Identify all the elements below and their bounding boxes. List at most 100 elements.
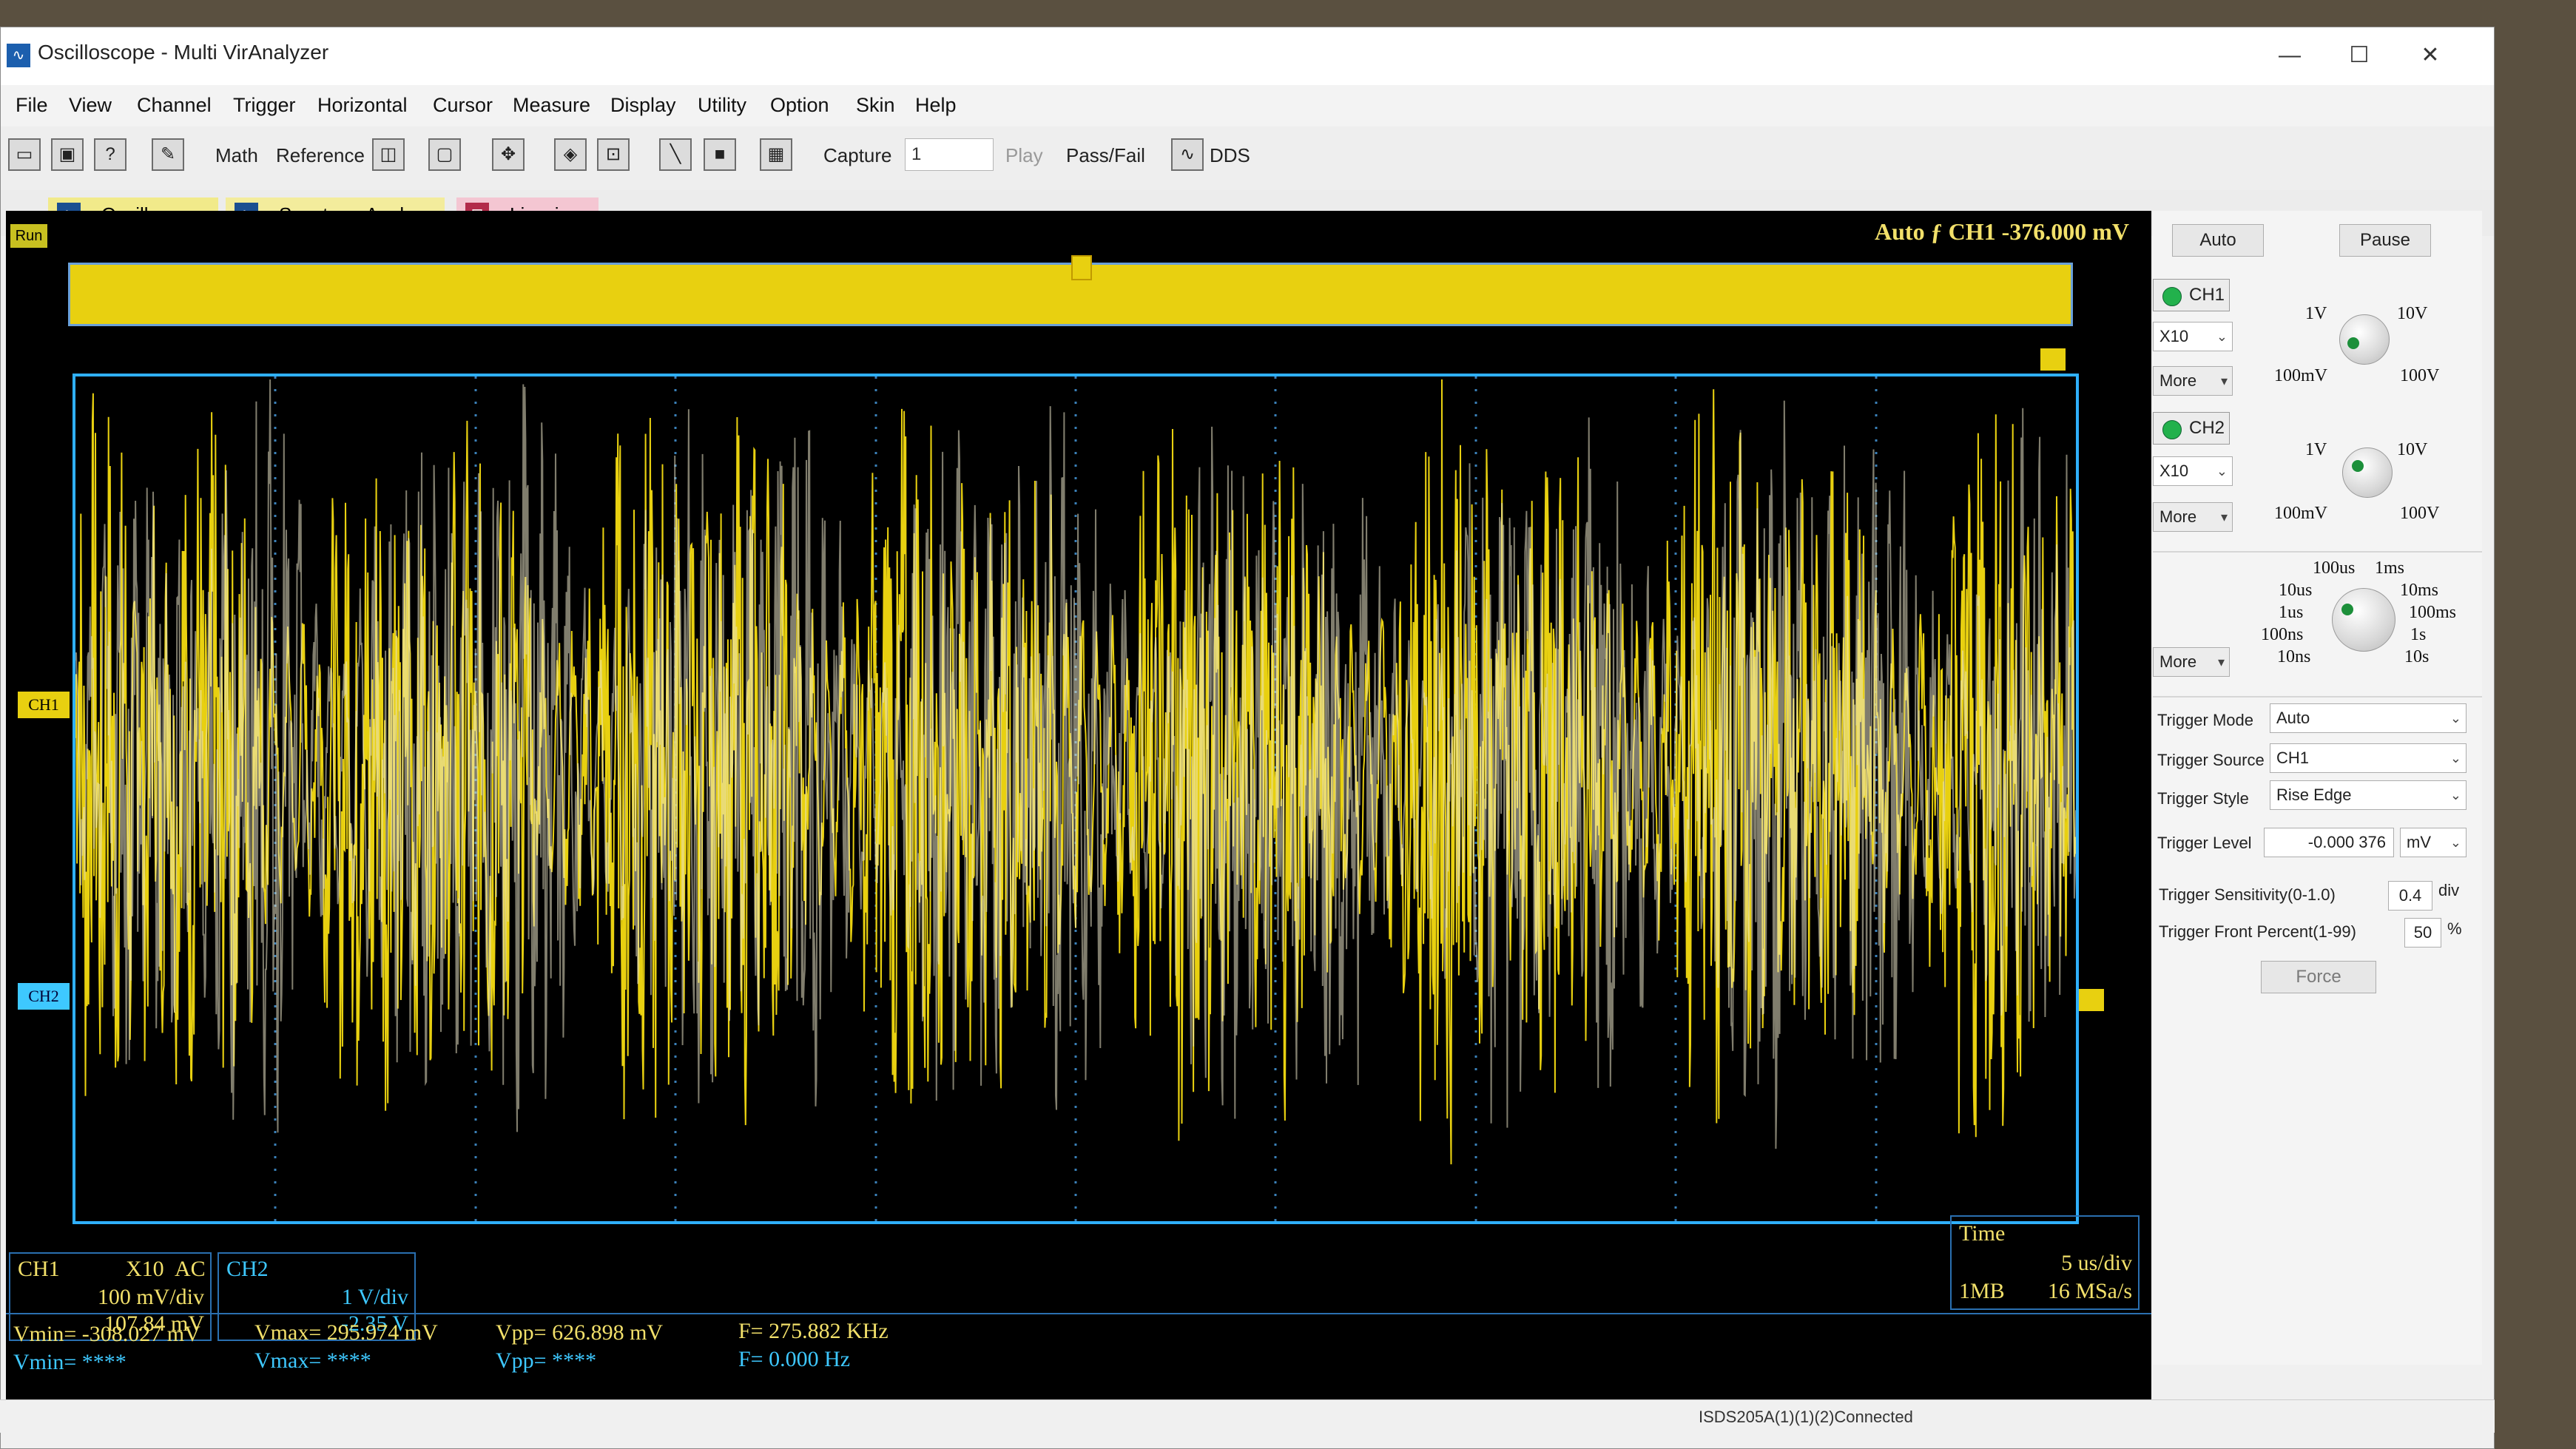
crosshair-icon[interactable]: ✥: [492, 138, 525, 171]
menu-measure[interactable]: Measure: [513, 94, 590, 117]
time-info-depth: 1MB: [1959, 1279, 2005, 1303]
math-button[interactable]: Math: [215, 144, 258, 167]
time-info-rate: 16 MSa/s: [2047, 1279, 2132, 1303]
open-icon[interactable]: ▭: [8, 138, 41, 171]
trigger-front-input[interactable]: 50: [2404, 918, 2441, 948]
run-badge[interactable]: Run: [10, 224, 47, 248]
ch1-led-icon: [2162, 287, 2182, 306]
trigger-source-select[interactable]: CH1 ⌄: [2270, 743, 2467, 773]
trigger-level-marker[interactable]: [2079, 989, 2104, 1011]
divider: [2153, 551, 2482, 553]
zoom-tool-icon[interactable]: ⊡: [597, 138, 630, 171]
ch1-level-marker[interactable]: CH1: [18, 692, 70, 718]
ch2-vmin: Vmin= ****: [13, 1350, 127, 1374]
menu-view[interactable]: View: [69, 94, 112, 117]
ch2-enable-label: CH2: [2189, 418, 2225, 438]
ch1-enable-label: CH1: [2189, 285, 2225, 305]
menu-cursor[interactable]: Cursor: [433, 94, 493, 117]
ch1-probe-select[interactable]: X10 ⌄: [2153, 322, 2233, 351]
color-palette-icon[interactable]: ▦: [760, 138, 792, 171]
menu-display[interactable]: Display: [610, 94, 676, 117]
ch2-probe-select[interactable]: X10 ⌄: [2153, 456, 2233, 486]
menu-utility[interactable]: Utility: [698, 94, 746, 117]
dds-button[interactable]: DDS: [1210, 144, 1250, 167]
close-button[interactable]: ✕: [2401, 35, 2460, 76]
save-icon[interactable]: ▣: [51, 138, 84, 171]
minimize-button[interactable]: —: [2260, 35, 2319, 76]
menu-bar: File View Channel Trigger Horizontal Cur…: [1, 85, 2494, 126]
trigger-sensitivity-input[interactable]: 0.4: [2388, 881, 2432, 911]
line-tool-icon[interactable]: ╲: [659, 138, 692, 171]
overview-trigger-marker[interactable]: [1071, 255, 1092, 280]
ch2-more-button[interactable]: More ▾: [2153, 502, 2233, 532]
trigger-source-label: Trigger Source: [2157, 751, 2265, 769]
menu-option[interactable]: Option: [770, 94, 829, 117]
timebase-label-1us: 1us: [2279, 603, 2304, 622]
auto-button[interactable]: Auto: [2172, 224, 2264, 257]
ch2-knob-label-100mv: 100mV: [2274, 504, 2327, 523]
timebase-label-10ns: 10ns: [2277, 647, 2311, 666]
reference-button[interactable]: Reference: [276, 144, 365, 167]
ch1-info-coupling: AC: [175, 1257, 206, 1281]
timebase-more-button[interactable]: More ▾: [2153, 647, 2230, 677]
menu-file[interactable]: File: [16, 94, 48, 117]
control-panel: Auto Pause CH1 X10 ⌄ More ▾ 1V 10V 100mV 1…: [2153, 211, 2482, 1365]
ch1-info-scale: 100 mV/div: [97, 1285, 204, 1309]
ch1-vmin: Vmin= -308.027 mV: [13, 1322, 200, 1346]
trigger-style-value: Rise Edge: [2276, 786, 2352, 804]
plot-area[interactable]: [73, 374, 2079, 1224]
trigger-level-input[interactable]: -0.000 376: [2264, 828, 2394, 857]
capture-label: Capture: [823, 144, 892, 166]
capture-count-select[interactable]: 1: [905, 138, 994, 171]
timebase-label-1ms: 1ms: [2375, 558, 2405, 578]
ch2-volts-knob[interactable]: [2342, 447, 2393, 498]
scope-header: Run Auto ƒ CH1 -376.000 mV: [6, 211, 2151, 257]
ch2-level-marker[interactable]: CH2: [18, 983, 70, 1010]
stop-icon[interactable]: ■: [704, 138, 736, 171]
ch1-vmax: Vmax= 295.974 mV: [254, 1320, 438, 1345]
pass-fail-button[interactable]: Pass/Fail: [1066, 144, 1145, 167]
chevron-down-icon: ⌄: [2216, 329, 2228, 344]
fullscreen-icon[interactable]: ▢: [428, 138, 461, 171]
dds-icon[interactable]: ∿: [1171, 138, 1204, 171]
trigger-level-unit-select[interactable]: mV ⌄: [2400, 828, 2467, 857]
trigger-level-unit-value: mV: [2407, 833, 2431, 851]
trigger-mode-label: Trigger Mode: [2157, 711, 2254, 729]
chevron-down-icon: ⌄: [2449, 835, 2461, 850]
knob-indicator-icon: [2341, 604, 2353, 615]
ch1-more-button[interactable]: More ▾: [2153, 366, 2233, 396]
time-info-label: Time: [1959, 1221, 2006, 1246]
ch1-enable-button[interactable]: CH1: [2153, 279, 2230, 311]
ch2-frequency: F= 0.000 Hz: [738, 1347, 851, 1371]
help-icon[interactable]: ?: [94, 138, 127, 171]
menu-skin[interactable]: Skin: [856, 94, 895, 117]
menu-help[interactable]: Help: [915, 94, 957, 117]
timebase-label-10us: 10us: [2279, 581, 2313, 600]
knob-indicator-icon: [2347, 337, 2359, 349]
ch2-enable-button[interactable]: CH2: [2153, 412, 2230, 445]
timebase-label-10s: 10s: [2404, 647, 2430, 666]
trigger-style-select[interactable]: Rise Edge ⌄: [2270, 780, 2467, 810]
menu-trigger[interactable]: Trigger: [233, 94, 296, 117]
trigger-mode-select[interactable]: Auto ⌄: [2270, 703, 2467, 733]
trigger-sensitivity-label: Trigger Sensitivity(0-1.0): [2159, 885, 2336, 904]
cursor-tool-icon[interactable]: ◈: [554, 138, 587, 171]
title-bar: ∿ Oscilloscope - Multi VirAnalyzer — ☐ ✕: [1, 27, 2494, 85]
memory-overview-bar[interactable]: [68, 263, 2073, 326]
force-trigger-button[interactable]: Force: [2261, 961, 2376, 993]
waveform-canvas: [75, 376, 2076, 1221]
menu-horizontal[interactable]: Horizontal: [317, 94, 408, 117]
time-info-timebase: 5 us/div: [2061, 1251, 2132, 1275]
timebase-label-10ms: 10ms: [2400, 581, 2439, 600]
maximize-button[interactable]: ☐: [2330, 35, 2389, 76]
menu-channel[interactable]: Channel: [137, 94, 212, 117]
play-button[interactable]: Play: [1005, 144, 1043, 167]
pause-button[interactable]: Pause: [2339, 224, 2431, 257]
horizontal-position-marker[interactable]: [2040, 348, 2066, 371]
ch1-info-name: CH1: [18, 1257, 60, 1281]
timebase-knob[interactable]: [2332, 588, 2395, 652]
scope-display[interactable]: Run Auto ƒ CH1 -376.000 mV CH1 CH2 CH1 X…: [6, 211, 2151, 1399]
ch1-volts-knob[interactable]: [2339, 314, 2390, 365]
settings-icon[interactable]: ✎: [152, 138, 184, 171]
split-view-icon[interactable]: ◫: [372, 138, 405, 171]
